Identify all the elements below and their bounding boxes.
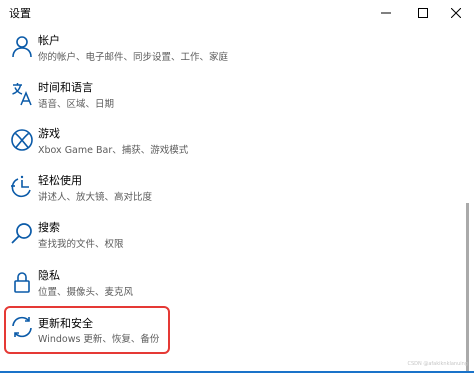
item-label: 更新和安全 — [38, 317, 93, 330]
close-button[interactable] — [436, 0, 474, 26]
maximize-icon — [418, 8, 428, 18]
item-description: 讲述人、放大镜、高对比度 — [38, 192, 153, 203]
settings-window: 设置 帐户 你的帐户、电子邮件、同步设置、工作、家庭 时间和语言 语音、区域、日… — [0, 0, 474, 375]
minimize-button[interactable] — [366, 0, 406, 26]
item-description: 语音、区域、日期 — [38, 99, 115, 110]
scrollbar-thumb[interactable] — [466, 203, 469, 371]
minimize-icon — [381, 12, 391, 14]
watermark: CSDN @afakiknklanuing — [407, 361, 468, 367]
scrollbar[interactable] — [466, 28, 469, 371]
item-label: 游戏 — [38, 127, 60, 140]
xbox-icon — [9, 127, 35, 153]
settings-item-update-security[interactable]: 更新和安全 Windows 更新、恢复、备份 — [4, 306, 170, 354]
item-label: 搜索 — [38, 221, 60, 234]
item-description: 查找我的文件、权限 — [38, 239, 124, 250]
item-description: 位置、摄像头、麦克风 — [38, 287, 134, 298]
person-icon — [9, 34, 35, 60]
title-bar: 设置 — [0, 0, 474, 26]
close-icon — [451, 8, 461, 18]
item-description: 你的帐户、电子邮件、同步设置、工作、家庭 — [38, 52, 229, 63]
lock-icon — [9, 269, 35, 295]
settings-item-accounts[interactable]: 帐户 你的帐户、电子邮件、同步设置、工作、家庭 — [4, 28, 228, 76]
settings-item-search[interactable]: 搜索 查找我的文件、权限 — [4, 215, 170, 263]
settings-item-privacy[interactable]: 隐私 位置、摄像头、麦克风 — [4, 263, 170, 311]
item-description: Windows 更新、恢复、备份 — [38, 334, 160, 345]
item-description: Xbox Game Bar、捕获、游戏模式 — [38, 145, 189, 156]
bottom-accent-line — [0, 371, 474, 373]
window-title: 设置 — [9, 7, 31, 20]
ease-of-access-icon — [9, 174, 35, 200]
settings-item-time-language[interactable]: 时间和语言 语音、区域、日期 — [4, 75, 170, 123]
item-label: 帐户 — [38, 34, 60, 47]
item-label: 时间和语言 — [38, 81, 93, 94]
language-icon — [9, 81, 35, 107]
settings-item-ease-of-access[interactable]: 轻松使用 讲述人、放大镜、高对比度 — [4, 168, 170, 216]
sync-icon — [9, 314, 35, 340]
item-label: 隐私 — [38, 269, 60, 282]
item-label: 轻松使用 — [38, 174, 82, 187]
search-icon — [9, 221, 35, 247]
settings-item-gaming[interactable]: 游戏 Xbox Game Bar、捕获、游戏模式 — [4, 121, 188, 169]
